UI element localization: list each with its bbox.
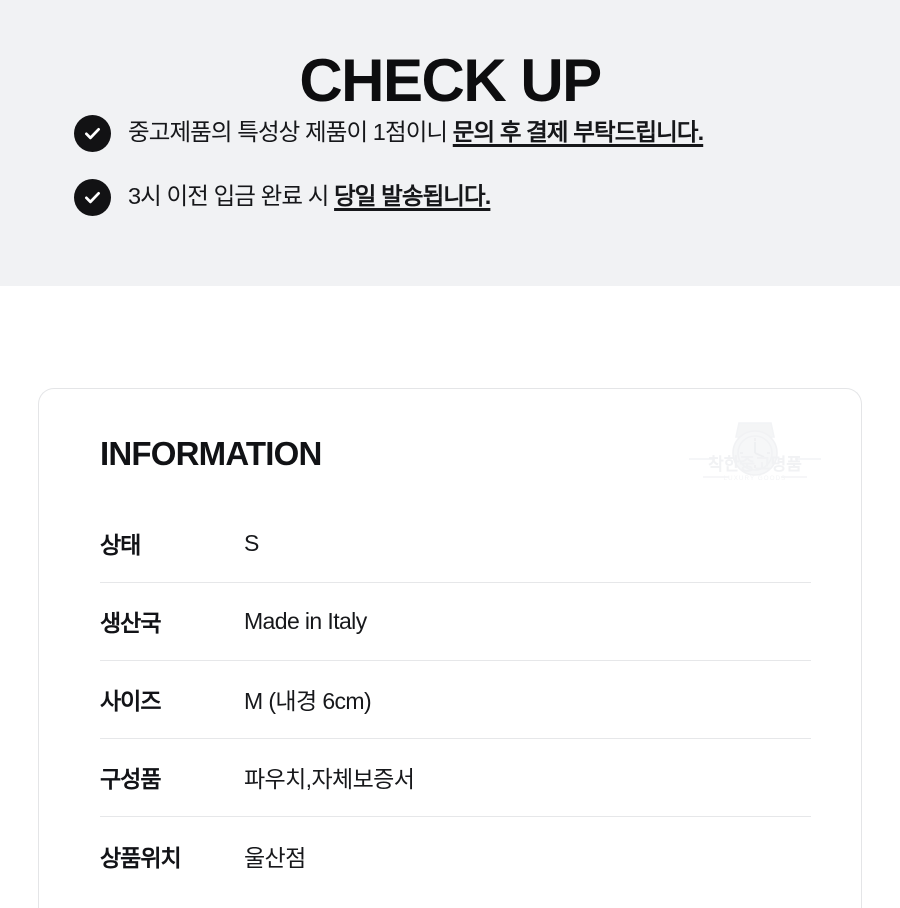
checkup-notice-item: 3시 이전 입금 완료 시 당일 발송됩니다. [74,177,860,217]
information-heading: INFORMATION [100,435,322,472]
table-row: 사이즈 M (내경 6cm) [100,659,811,739]
row-label: 구성품 [100,737,244,817]
row-value: 파우치,자체보증서 [244,737,811,817]
section-spacer [0,286,900,388]
checkup-notice-text-plain: 3시 이전 입금 완료 시 [128,183,335,210]
row-label: 상태 [100,532,141,559]
checkup-notice-text: 중고제품의 특성상 제품이 1점이니 문의 후 결제 부탁드립니다. [128,118,704,147]
information-table: 상태 S 생산국 Made in Italy 사이즈 M (내경 6cm) 구성… [100,504,811,895]
table-row: 구성품 파우치,자체보증서 [100,737,811,817]
checkup-notice-text: 3시 이전 입금 완료 시 당일 발송됩니다. [128,182,491,211]
row-value: S [244,529,259,556]
checkup-title: CHECK UP [299,47,602,115]
checkup-panel: CHECK UP 중고제품의 특성상 제품이 1점이니 문의 후 결제 부탁드립… [0,0,900,286]
information-card: 착한중고명품 LUXURY GOODS INFORMATION 상태 S 생산국… [38,388,862,908]
watermark-tagline-text: LUXURY GOODS [724,475,787,482]
checkup-notice-text-plain: 중고제품의 특성상 제품이 1점이니 [128,119,453,146]
row-value: 울산점 [244,815,811,895]
checkup-notice-list: 중고제품의 특성상 제품이 1점이니 문의 후 결제 부탁드립니다. 3시 이전… [74,113,860,217]
row-value: M (내경 6cm) [244,659,811,739]
row-value: Made in Italy [244,581,811,661]
information-section: 착한중고명품 LUXURY GOODS INFORMATION 상태 S 생산국… [0,388,900,908]
checkup-notice-text-emphasis: 문의 후 결제 부탁드립니다. [452,119,704,146]
check-circle-icon [74,114,111,152]
table-row: 상태 S [100,504,811,582]
checkup-notice-item: 중고제품의 특성상 제품이 1점이니 문의 후 결제 부탁드립니다. [74,113,860,153]
table-row: 생산국 Made in Italy [100,581,811,661]
row-label: 생산국 [100,581,244,661]
checkup-notice-text-emphasis: 당일 발송됩니다. [334,183,491,210]
row-label: 상품위치 [100,815,244,895]
row-label: 사이즈 [100,659,244,739]
table-row: 상품위치 울산점 [100,815,811,895]
check-circle-icon [74,178,111,216]
